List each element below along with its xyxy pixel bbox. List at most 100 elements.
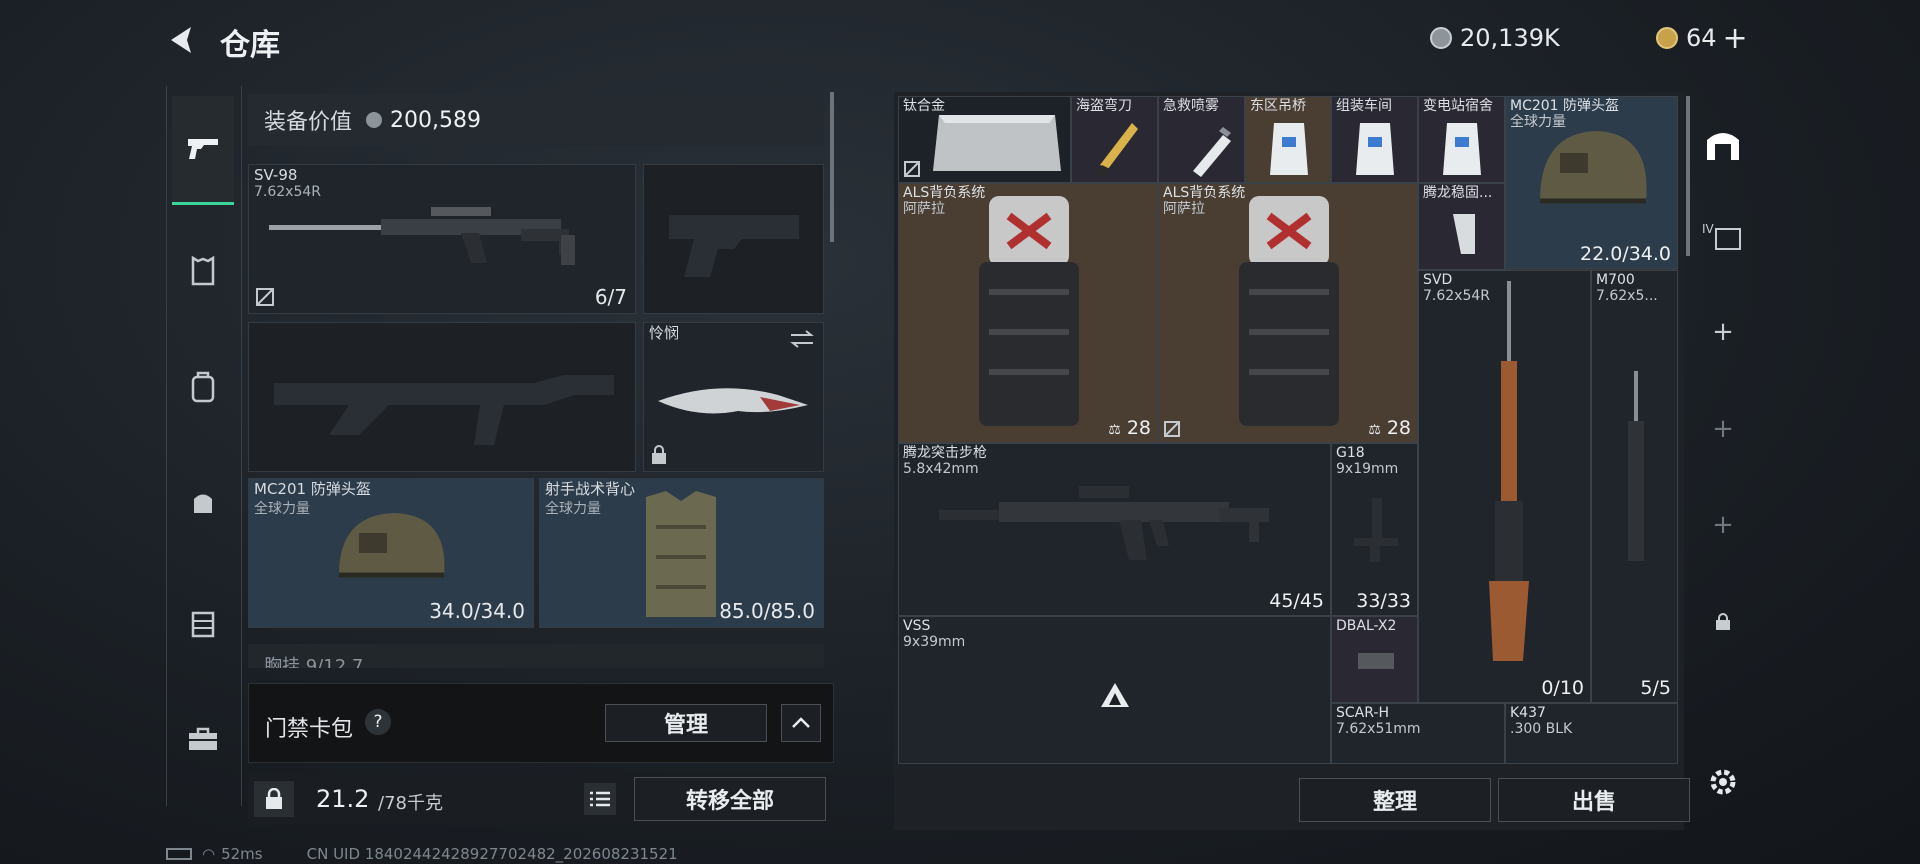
keycard-label: 门禁卡包 xyxy=(265,717,354,742)
helmet-image xyxy=(339,513,445,578)
stash-item-titanium[interactable]: 钛合金 xyxy=(898,96,1071,183)
vest-faction: 全球力量 xyxy=(545,501,601,517)
stash-item-als-backpack-2[interactable]: ALS背负系统 阿萨拉 ⚖ 28 xyxy=(1158,183,1418,443)
back-button[interactable] xyxy=(164,22,200,58)
pistol-silhouette-icon xyxy=(669,215,799,277)
keycard-image xyxy=(1270,123,1308,175)
item-name: MC201 防弹头盔 xyxy=(1510,98,1620,114)
item-name: SCAR-H xyxy=(1336,705,1389,721)
left-scrollbar[interactable] xyxy=(830,92,834,242)
tab-container[interactable] xyxy=(172,592,234,654)
machete-image xyxy=(1096,123,1138,177)
gold-coin-icon xyxy=(1656,27,1678,49)
stash-item-pirate-machete[interactable]: 海盗弯刀 xyxy=(1071,96,1158,183)
stash-page-4[interactable]: IV xyxy=(1697,210,1749,262)
stash-icon xyxy=(1707,133,1739,160)
chest-rig-row[interactable]: 胸挂 9/12 7 xyxy=(248,644,824,668)
stash-item-dbal-x2[interactable]: DBAL-X2 xyxy=(1331,616,1418,703)
stash-item-als-backpack-1[interactable]: ALS背负系统 阿萨拉 ⚖ 28 xyxy=(898,183,1158,443)
melee-slot[interactable]: 怜悯 xyxy=(643,322,824,472)
tab-vest[interactable] xyxy=(172,240,234,302)
chevron-up-icon xyxy=(792,717,810,728)
knife-image xyxy=(658,388,808,414)
item-capacity: ⚖ 28 xyxy=(1368,417,1411,439)
item-ammo: 9x39mm xyxy=(903,634,966,650)
add-stash-page-1[interactable]: + xyxy=(1697,306,1749,358)
weight-max: /78千克 xyxy=(378,793,443,814)
currency-amount: 20,139K xyxy=(1460,24,1560,52)
manage-button[interactable]: 管理 xyxy=(605,704,767,742)
helmet-image xyxy=(1540,131,1647,204)
list-icon xyxy=(590,791,610,807)
add-stash-page-3[interactable]: + xyxy=(1697,499,1749,551)
helmet-slot[interactable]: MC201 防弹头盔 全球力量 34.0/34.0 xyxy=(248,478,534,628)
item-ammo: .300 BLK xyxy=(1510,721,1573,737)
item-name: SVD xyxy=(1423,272,1453,288)
item-ammo: 7.62x51mm xyxy=(1336,721,1421,737)
stash-item-scar-h[interactable]: SCAR-H 7.62x51mm xyxy=(1331,703,1505,764)
ammo-count: 6/7 xyxy=(594,285,627,309)
tab-toolbox[interactable] xyxy=(172,708,234,770)
stash-item-m700[interactable]: M700 7.62x5... 5/5 xyxy=(1591,270,1678,703)
locked-stash-page[interactable] xyxy=(1697,596,1749,648)
sort-button[interactable]: 整理 xyxy=(1299,778,1491,822)
sell-button[interactable]: 出售 xyxy=(1498,778,1690,822)
not-insured-icon xyxy=(256,288,274,306)
stash-item-k437[interactable]: K437 .300 BLK xyxy=(1505,703,1678,764)
titanium-ingot-image xyxy=(933,115,1061,171)
not-insured-icon xyxy=(1164,421,1180,437)
stash-item-tenglong-rifle[interactable]: 腾龙突击步枪 5.8x42mm 45/45 xyxy=(898,443,1331,616)
stash-item-svd[interactable]: SVD 7.62x54R 0/10 xyxy=(1418,270,1591,703)
swap-icon[interactable] xyxy=(789,329,815,349)
spray-image xyxy=(1193,127,1231,177)
rifle-silhouette-icon xyxy=(274,375,614,445)
keycard-image xyxy=(1356,123,1394,175)
stash-item-first-aid-spray[interactable]: 急救喷雾 xyxy=(1158,96,1245,183)
settings-button[interactable] xyxy=(1697,756,1749,808)
primary-weapon-slot[interactable]: SV-98 7.62x54R 6/7 xyxy=(248,164,636,314)
item-name: 腾龙突击步枪 xyxy=(903,445,987,461)
vest-slot[interactable]: 射手战术背心 全球力量 85.0/85.0 xyxy=(539,478,824,628)
item-ammo: 9x19mm xyxy=(1336,461,1399,477)
tab-pouch[interactable] xyxy=(172,472,234,534)
item-durability: 22.0/34.0 xyxy=(1579,243,1671,265)
secondary-weapon-slot-empty[interactable] xyxy=(248,322,636,472)
gear-icon xyxy=(1710,769,1736,795)
stash-item-tenglong-grip[interactable]: 腾龙稳固... xyxy=(1418,183,1505,270)
add-stash-page-2[interactable]: + xyxy=(1697,403,1749,455)
container-icon xyxy=(191,611,215,638)
ping: 52ms xyxy=(221,845,263,863)
item-faction: 阿萨拉 xyxy=(1163,201,1205,217)
collapse-button[interactable] xyxy=(781,704,821,742)
vest-name: 射手战术背心 xyxy=(545,480,636,498)
item-ammo-count: 0/10 xyxy=(1541,677,1584,699)
stash-scrollbar[interactable] xyxy=(1686,96,1690,256)
stash-page-1[interactable] xyxy=(1697,118,1749,170)
item-name: VSS xyxy=(903,618,931,634)
item-name: G18 xyxy=(1336,445,1365,461)
stash-item-east-bridge-key[interactable]: 东区吊桥 xyxy=(1245,96,1331,183)
item-ammo-count: 5/5 xyxy=(1640,677,1671,699)
item-name: 急救喷雾 xyxy=(1163,98,1219,114)
stash-item-mc201-helmet[interactable]: MC201 防弹头盔 全球力量 22.0/34.0 xyxy=(1505,96,1678,269)
weight-icon: ⚖ xyxy=(1108,422,1121,438)
stash-item-substation-dorm-key[interactable]: 变电站宿舍 xyxy=(1418,96,1505,183)
premium-currency[interactable]: 64 + xyxy=(1656,21,1776,56)
item-name: 东区吊桥 xyxy=(1250,98,1306,114)
svd-rifle-image xyxy=(1489,281,1529,661)
pistol-slot-empty[interactable] xyxy=(643,164,824,314)
pistol-image xyxy=(1354,498,1398,562)
stash-item-g18[interactable]: G18 9x19mm 33/33 xyxy=(1331,443,1418,616)
tab-backpack[interactable] xyxy=(172,356,234,418)
battery-icon xyxy=(166,848,192,860)
coin-icon xyxy=(366,112,383,128)
weight-lock-icon xyxy=(254,781,294,817)
stash-grid: 钛合金 海盗弯刀 急救喷雾 东区吊桥 组装车间 变电站宿舍 MC201 防弹头盔… xyxy=(898,96,1678,764)
stash-item-vss[interactable]: VSS 9x39mm xyxy=(898,616,1331,764)
help-icon[interactable]: ? xyxy=(365,709,391,735)
tab-weapons[interactable] xyxy=(172,96,234,205)
list-view-button[interactable] xyxy=(584,783,616,815)
stash-item-assembly-workshop-key[interactable]: 组装车间 xyxy=(1331,96,1418,183)
transfer-all-button[interactable]: 转移全部 xyxy=(634,777,826,821)
add-currency-icon[interactable]: + xyxy=(1723,21,1748,56)
